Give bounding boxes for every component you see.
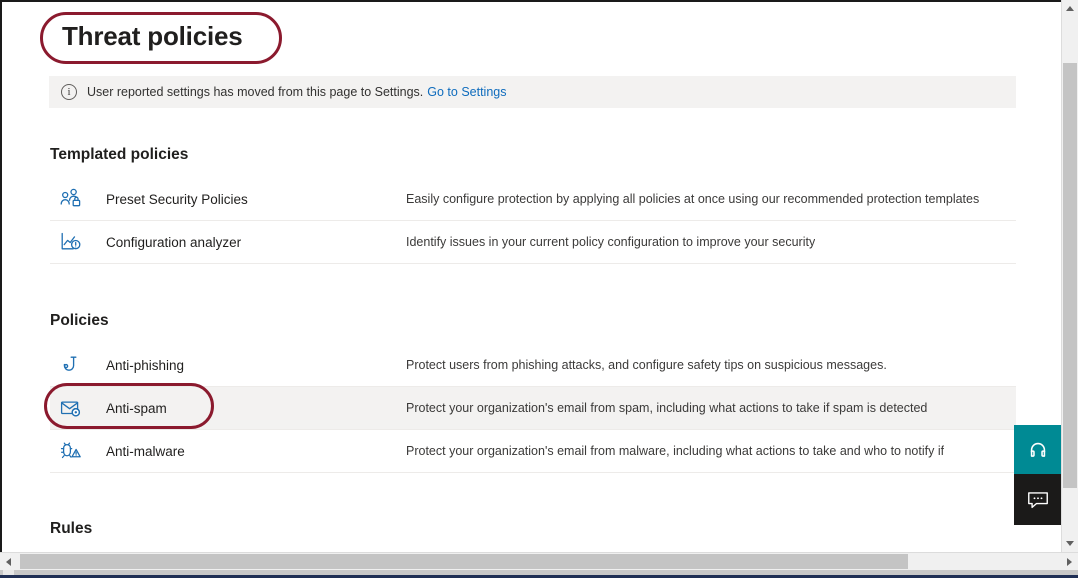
taskbar-sliver (0, 570, 1078, 578)
horizontal-scrollbar[interactable] (0, 552, 1078, 570)
list-item-label: Configuration analyzer (106, 234, 242, 250)
list-item-preset-security-policies[interactable]: Preset Security Policies Easily configur… (50, 178, 1016, 221)
chat-button[interactable] (1014, 474, 1062, 525)
bug-warning-icon (58, 438, 84, 464)
list-item-configuration-analyzer[interactable]: Configuration analyzer Identify issues i… (50, 221, 1016, 264)
support-button[interactable] (1014, 425, 1062, 474)
notification-bar: i User reported settings has moved from … (49, 76, 1016, 108)
list-item-label: Anti-phishing (106, 357, 185, 373)
chat-bubble-icon (1026, 489, 1050, 511)
page-title: Threat policies (62, 21, 243, 51)
scroll-right-arrow[interactable] (1061, 553, 1078, 570)
list-item-label: Anti-malware (106, 443, 185, 459)
fish-hook-icon (58, 352, 84, 378)
list-item-anti-spam[interactable]: Anti-spam Protect your organization's em… (50, 387, 1016, 430)
list-item-description: Protect users from phishing attacks, and… (406, 358, 887, 372)
list-item-description: Identify issues in your current policy c… (406, 235, 816, 249)
list-item-label: Preset Security Policies (106, 191, 248, 207)
application-window: Threat policies i User reported settings… (0, 0, 1078, 578)
section-heading-rules: Rules (50, 520, 93, 537)
section-heading-templated-policies: Templated policies (50, 146, 189, 163)
go-to-settings-link[interactable]: Go to Settings (427, 85, 506, 99)
info-icon: i (61, 84, 77, 100)
vertical-scrollbar-thumb[interactable] (1063, 63, 1077, 488)
notification-text: User reported settings has moved from th… (87, 85, 424, 99)
scroll-up-arrow[interactable] (1062, 0, 1078, 17)
list-item-anti-malware[interactable]: Anti-malware Protect your organization's… (50, 430, 1016, 473)
list-item-description: Protect your organization's email from m… (406, 444, 945, 458)
section-heading-policies: Policies (50, 312, 109, 329)
list-item-anti-phishing[interactable]: Anti-phishing Protect users from phishin… (50, 344, 1016, 387)
vertical-scrollbar[interactable] (1061, 0, 1078, 552)
people-lock-icon (58, 186, 84, 212)
page-title-container: Threat policies (40, 10, 288, 66)
list-item-description: Protect your organization's email from s… (406, 401, 928, 415)
page-content: Threat policies i User reported settings… (2, 2, 1050, 552)
horizontal-scrollbar-thumb[interactable] (20, 554, 908, 569)
support-headset-icon (1027, 439, 1049, 461)
chart-alert-icon (58, 229, 84, 255)
scroll-down-arrow[interactable] (1062, 535, 1078, 552)
scroll-left-arrow[interactable] (0, 553, 17, 570)
list-item-description: Easily configure protection by applying … (406, 192, 980, 206)
list-item-label: Anti-spam (106, 400, 167, 416)
envelope-spam-icon (58, 395, 84, 421)
